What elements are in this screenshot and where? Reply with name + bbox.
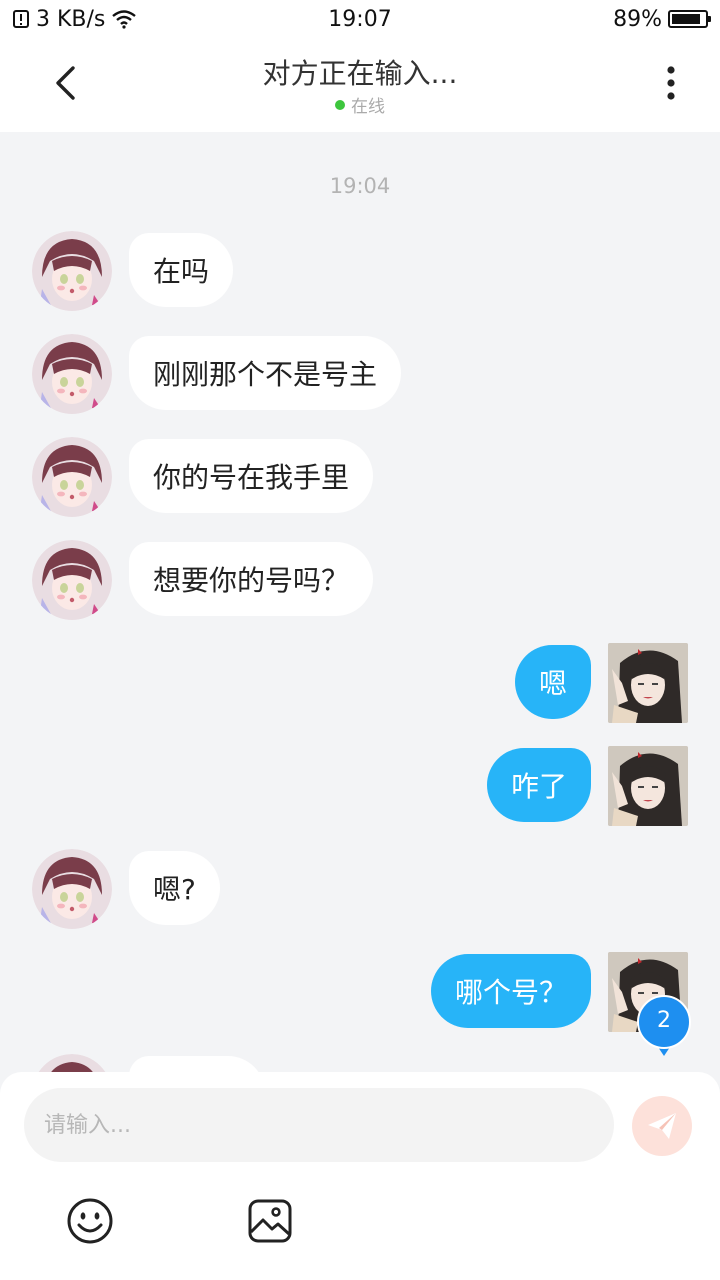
wifi-icon [112, 10, 137, 29]
contact-avatar[interactable] [32, 334, 112, 414]
image-icon [248, 1199, 292, 1243]
battery-icon [668, 10, 711, 28]
incoming-message-bubble[interactable]: 你的号在我手里 [129, 439, 374, 513]
incoming-message-bubble[interactable]: 嗯? [129, 851, 220, 925]
unread-badge[interactable]: 2 [636, 994, 692, 1056]
battery-level [672, 14, 701, 24]
battery-percent: 89% [613, 6, 662, 32]
message-bubble-partial[interactable] [129, 1056, 265, 1072]
message-row: 刚刚那个不是号主 [0, 334, 720, 414]
status-right: 89% [468, 6, 711, 32]
online-status: 在线 [0, 92, 720, 117]
send-icon [648, 1113, 676, 1139]
message-row: 咋了 [0, 746, 720, 826]
contact-avatar[interactable] [32, 849, 112, 929]
chat-title: 对方正在输入... [262, 57, 458, 90]
message-row: 你的号在我手里 [0, 437, 720, 517]
incoming-message-bubble[interactable]: 刚刚那个不是号主 [129, 336, 402, 410]
notification-icon [13, 10, 29, 28]
message-row: 哪个号？ [0, 952, 720, 1032]
incoming-message-bubble[interactable]: 想要你的号吗？ [129, 542, 374, 616]
message-row: 嗯 [0, 643, 720, 723]
incoming-message-bubble[interactable]: 在吗 [129, 233, 234, 307]
message-row: 嗯? [0, 849, 720, 929]
chat-header: 对方正在输入... 在线 [0, 38, 720, 132]
message-timestamp: 19:04 [329, 174, 391, 198]
more-vertical-icon [667, 66, 675, 100]
contact-avatar[interactable] [32, 540, 112, 620]
message-row: 想要你的号吗？ [0, 540, 720, 620]
contact-avatar[interactable] [32, 1054, 112, 1072]
contact-avatar[interactable] [32, 231, 112, 311]
send-button[interactable] [632, 1096, 692, 1156]
more-button[interactable] [646, 58, 696, 108]
outgoing-message-bubble[interactable]: 哪个号？ [430, 954, 591, 1028]
network-speed: 3 KB/s [36, 6, 106, 32]
message-input[interactable] [24, 1088, 614, 1162]
online-dot-icon [335, 99, 345, 110]
message-row: 在吗 [0, 231, 720, 311]
contact-avatar[interactable] [32, 437, 112, 517]
my-avatar[interactable] [608, 746, 688, 826]
image-button[interactable] [245, 1196, 295, 1246]
outgoing-message-bubble[interactable]: 嗯 [514, 645, 591, 719]
unread-count: 2 [657, 1008, 671, 1033]
my-avatar[interactable] [608, 643, 688, 723]
status-bar: 3 KB/s 19:07 89% [0, 0, 720, 38]
online-status-label: 在线 [351, 97, 385, 117]
emoji-button[interactable] [65, 1196, 115, 1246]
emoji-icon [67, 1198, 113, 1244]
composer-panel [0, 1072, 720, 1280]
status-time: 19:07 [328, 6, 392, 32]
chat-list[interactable]: 19:04 在吗 刚刚那个不是号主 你的号在我手里 想要你的号吗？嗯咋了 嗯? 哪个号？ … [0, 132, 720, 1072]
status-left: 3 KB/s [12, 7, 252, 32]
outgoing-message-bubble[interactable]: 咋了 [486, 748, 591, 822]
message-row-partial [0, 1054, 720, 1072]
